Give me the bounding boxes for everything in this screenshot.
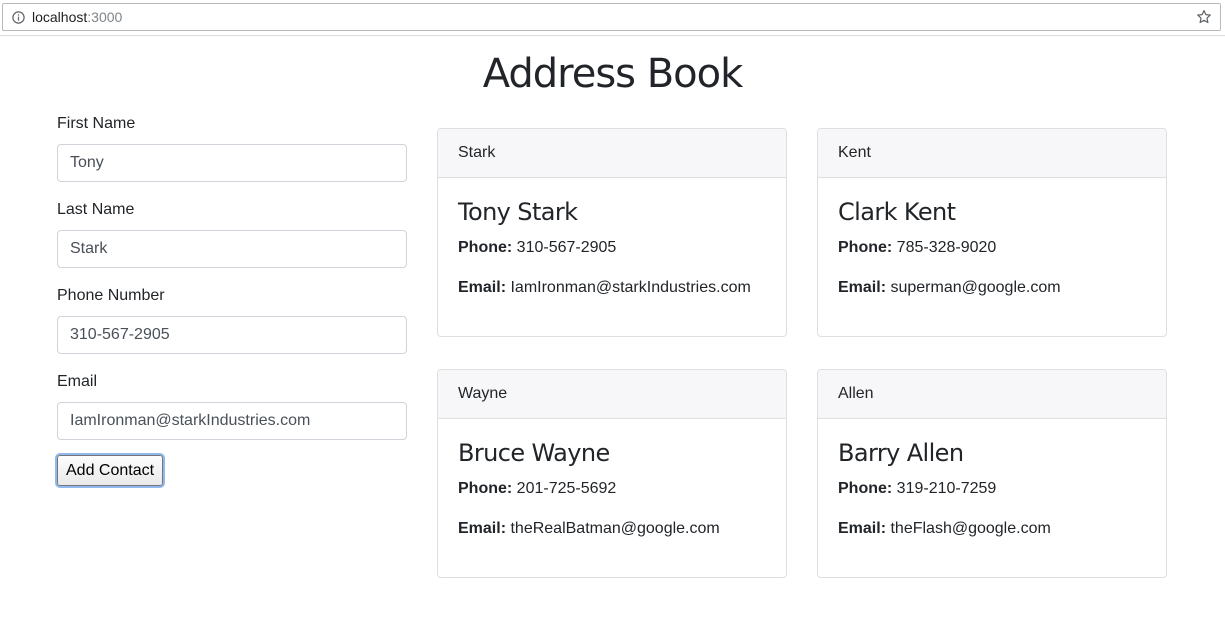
info-circle-icon[interactable] xyxy=(12,11,25,24)
star-outline-icon[interactable] xyxy=(1196,9,1212,25)
contact-name: Barry Allen xyxy=(838,439,964,467)
phone-value: 310-567-2905 xyxy=(516,239,617,256)
contact-card-header: Allen xyxy=(818,370,1166,419)
phone-label: Phone: xyxy=(458,480,513,497)
email-label: Email: xyxy=(838,520,887,537)
phone-number-label: Phone Number xyxy=(57,287,165,304)
url-text[interactable]: localhost:3000 xyxy=(32,9,122,26)
contact-email: Email: superman@google.com xyxy=(838,278,1061,298)
browser-toolbar: localhost:3000 xyxy=(0,0,1225,36)
url-port: :3000 xyxy=(87,9,123,25)
first-name-input[interactable] xyxy=(57,144,407,182)
email-label: Email: xyxy=(838,279,887,296)
email-value: theRealBatman@google.com xyxy=(510,520,720,537)
contact-phone: Phone: 310-567-2905 xyxy=(458,238,616,258)
contact-card: Wayne Bruce Wayne Phone: 201-725-5692 Em… xyxy=(437,369,787,578)
phone-value: 785-328-9020 xyxy=(896,239,997,256)
contact-email: Email: IamIronman@starkIndustries.com xyxy=(458,278,751,298)
contact-phone: Phone: 319-210-7259 xyxy=(838,479,996,499)
email-value: superman@google.com xyxy=(890,279,1061,296)
contact-card-header: Kent xyxy=(818,129,1166,178)
contact-name: Clark Kent xyxy=(838,198,956,226)
contact-card-header: Wayne xyxy=(438,370,786,419)
contact-email: Email: theFlash@google.com xyxy=(838,519,1051,539)
contact-name: Bruce Wayne xyxy=(458,439,610,467)
email-label: Email: xyxy=(458,279,507,296)
phone-label: Phone: xyxy=(458,239,513,256)
phone-value: 319-210-7259 xyxy=(896,480,997,497)
email-input[interactable] xyxy=(57,402,407,440)
contact-card-header: Stark xyxy=(438,129,786,178)
page-title: Address Book xyxy=(482,51,744,97)
contact-card: Kent Clark Kent Phone: 785-328-9020 Emai… xyxy=(817,128,1167,337)
email-value: IamIronman@starkIndustries.com xyxy=(510,279,751,296)
email-label: Email xyxy=(57,373,98,390)
first-name-label: First Name xyxy=(57,115,136,132)
last-name-label: Last Name xyxy=(57,201,135,218)
contact-email: Email: theRealBatman@google.com xyxy=(458,519,720,539)
email-label: Email: xyxy=(458,520,507,537)
phone-value: 201-725-5692 xyxy=(516,480,617,497)
add-contact-button[interactable]: Add Contact xyxy=(57,455,164,486)
contact-card: Stark Tony Stark Phone: 310-567-2905 Ema… xyxy=(437,128,787,337)
address-bar[interactable]: localhost:3000 xyxy=(2,3,1221,31)
email-value: theFlash@google.com xyxy=(890,520,1051,537)
phone-label: Phone: xyxy=(838,239,893,256)
phone-number-input[interactable] xyxy=(57,316,407,354)
url-host: localhost xyxy=(32,9,88,25)
last-name-input[interactable] xyxy=(57,230,407,268)
contact-phone: Phone: 201-725-5692 xyxy=(458,479,616,499)
contact-phone: Phone: 785-328-9020 xyxy=(838,238,996,258)
phone-label: Phone: xyxy=(838,480,893,497)
contact-card: Allen Barry Allen Phone: 319-210-7259 Em… xyxy=(817,369,1167,578)
contact-name: Tony Stark xyxy=(458,198,578,226)
